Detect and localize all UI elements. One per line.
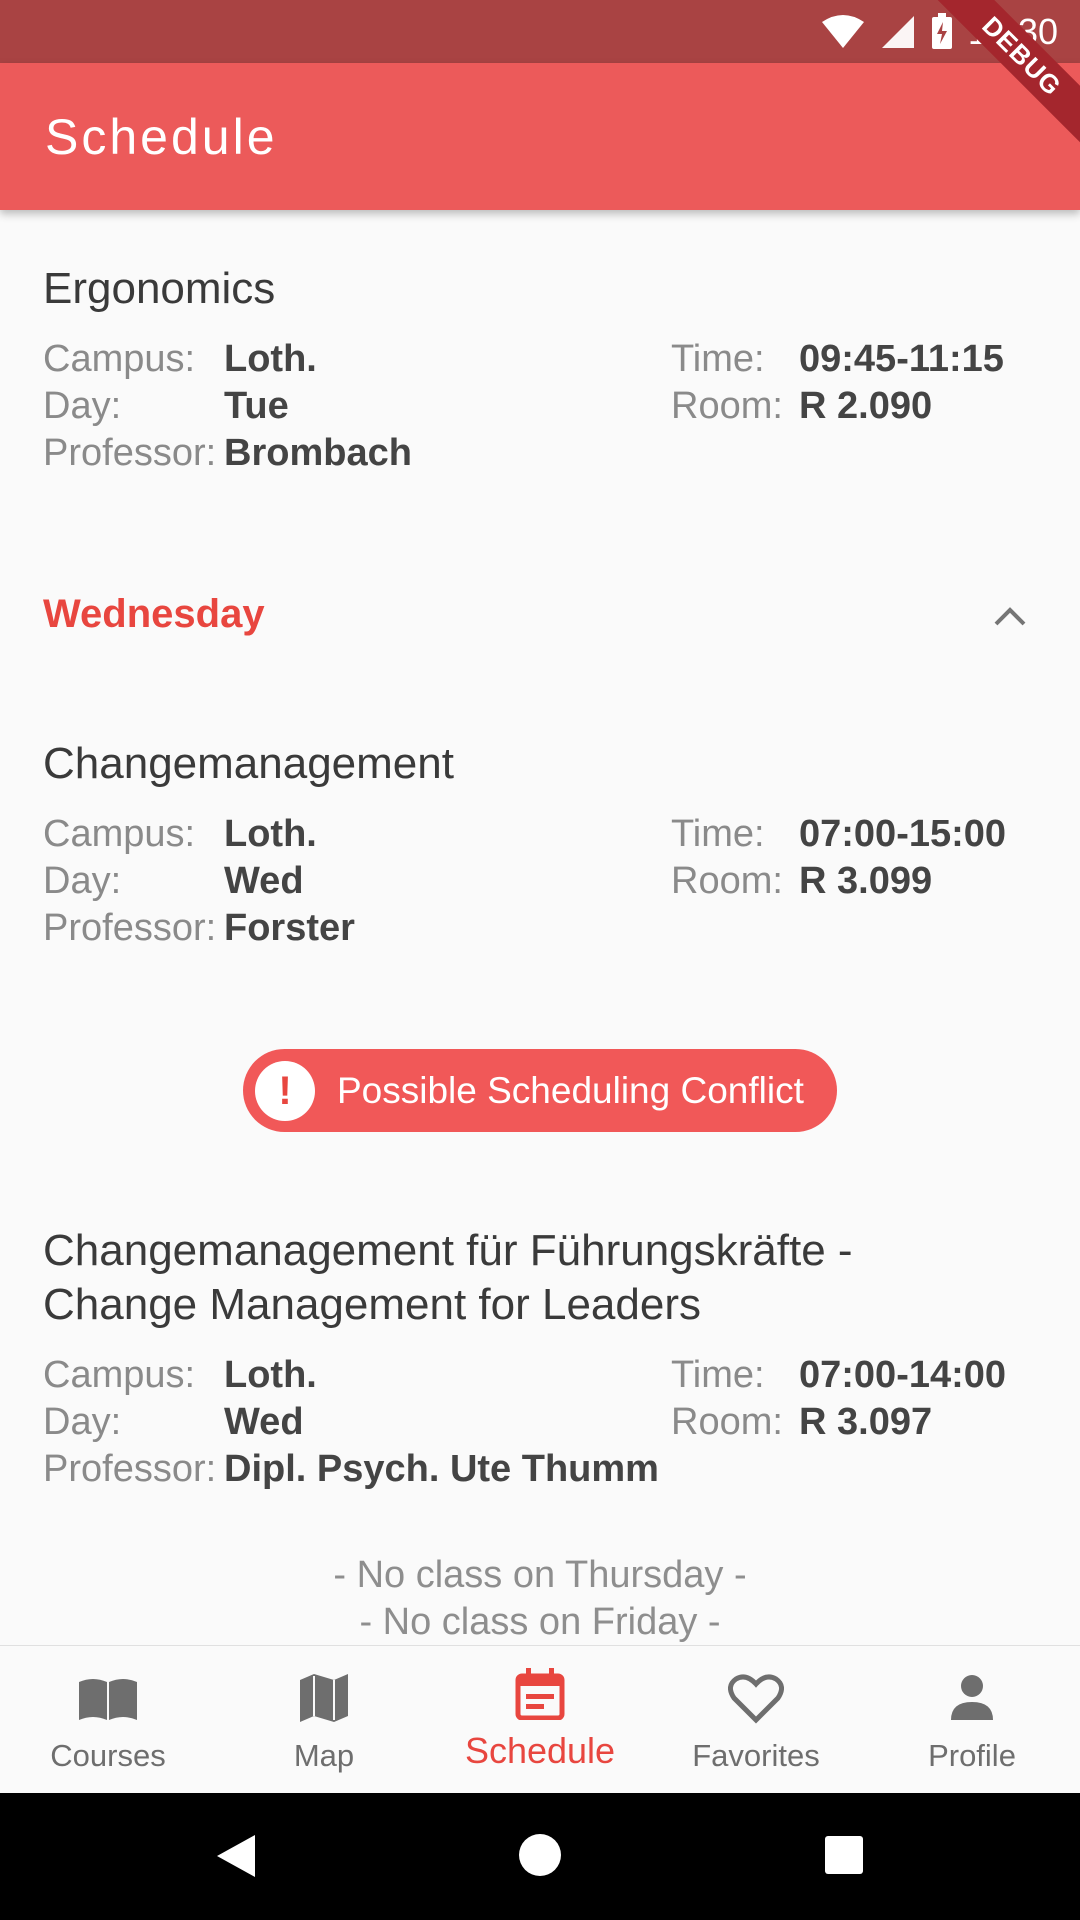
day-section-label: Wednesday — [43, 592, 265, 636]
day-label: Day: — [43, 1401, 122, 1443]
conflict-text: Possible Scheduling Conflict — [337, 1069, 804, 1111]
campus-value: Loth. — [224, 1354, 317, 1396]
campus-value: Loth. — [224, 813, 317, 855]
warning-icon: ! — [255, 1060, 315, 1121]
course-card[interactable]: Changemanagement Campus: Loth. Day: Wed Pr… — [43, 737, 1043, 953]
heart-icon — [728, 1674, 784, 1724]
time-label: Time: — [671, 813, 765, 855]
person-icon — [951, 1675, 993, 1720]
time-value: 07:00-15:00 — [799, 813, 1007, 855]
professor-value: Dipl. Psych. Ute Thumm — [224, 1448, 659, 1490]
room-value: R 3.099 — [799, 860, 933, 902]
course-title-line2: Change Management for Leaders — [43, 1280, 701, 1329]
day-section-header[interactable]: Wednesday — [0, 568, 1080, 668]
campus-label: Campus: — [43, 1354, 196, 1396]
day-value: Tue — [224, 385, 289, 427]
wifi-icon — [821, 15, 864, 48]
room-label: Room: — [671, 860, 783, 902]
recents-icon[interactable] — [824, 1835, 864, 1875]
nav-label-courses: Courses — [50, 1738, 166, 1773]
scheduling-conflict-badge[interactable]: ! Possible Scheduling Conflict — [243, 1049, 837, 1132]
nav-item-schedule[interactable]: Schedule — [432, 1646, 648, 1794]
room-value: R 2.090 — [799, 385, 933, 427]
course-title-line1: Changemanagement für Führungskräfte - — [43, 1226, 853, 1275]
course-card[interactable]: Changemanagement für Führungskräfte - Ch… — [43, 1224, 1043, 1494]
nav-label-favorites: Favorites — [692, 1738, 820, 1773]
time-label: Time: — [671, 338, 765, 380]
home-icon[interactable] — [518, 1833, 562, 1877]
debug-banner: DEBUG — [930, 0, 1080, 150]
professor-value: Brombach — [224, 432, 412, 474]
status-bar: 10:30 — [0, 0, 1080, 63]
debug-label: DEBUG — [930, 0, 1080, 148]
day-value: Wed — [224, 860, 304, 902]
course-card[interactable]: Ergonomics Campus: Loth. Day: Tue Professo… — [43, 262, 1043, 478]
course-title: Changemanagement — [43, 739, 454, 788]
signal-icon — [881, 16, 914, 48]
campus-label: Campus: — [43, 338, 196, 380]
time-label: Time: — [671, 1354, 765, 1396]
nav-item-courses[interactable]: Courses — [0, 1646, 216, 1794]
nav-item-map[interactable]: Map — [216, 1646, 432, 1794]
app-bar: Schedule — [0, 63, 1080, 210]
nav-item-favorites[interactable]: Favorites — [648, 1646, 864, 1794]
room-value: R 3.097 — [799, 1401, 933, 1443]
campus-label: Campus: — [43, 813, 196, 855]
room-label: Room: — [671, 1401, 783, 1443]
professor-label: Professor: — [43, 1448, 217, 1490]
day-value: Wed — [224, 1401, 304, 1443]
book-icon — [79, 1679, 137, 1720]
time-value: 09:45-11:15 — [799, 338, 1004, 380]
no-class-thursday: - No class on Thursday - — [333, 1554, 747, 1596]
course-title: Ergonomics — [43, 264, 276, 313]
page-title: Schedule — [45, 109, 278, 165]
schedule-list[interactable]: Ergonomics Campus: Loth. Day: Tue Professo… — [0, 210, 1080, 1645]
nav-label-map: Map — [293, 1738, 355, 1773]
professor-value: Forster — [224, 907, 355, 949]
map-icon — [300, 1674, 348, 1722]
day-label: Day: — [43, 860, 122, 902]
room-label: Room: — [671, 385, 783, 427]
professor-label: Professor: — [43, 432, 217, 474]
nav-item-profile[interactable]: Profile — [864, 1646, 1080, 1794]
professor-label: Professor: — [43, 907, 217, 949]
nav-label-profile: Profile — [928, 1738, 1016, 1773]
back-icon[interactable] — [215, 1833, 257, 1879]
campus-value: Loth. — [224, 338, 317, 380]
no-class-friday: - No class on Friday - — [359, 1601, 721, 1643]
nav-label-schedule: Schedule — [464, 1730, 616, 1771]
day-label: Day: — [43, 385, 122, 427]
time-value: 07:00-14:00 — [799, 1354, 1007, 1396]
system-navigation-bar — [0, 1793, 1080, 1920]
chevron-up-icon[interactable] — [990, 602, 1030, 632]
calendar-icon — [515, 1668, 565, 1720]
bottom-navigation: Courses Map Schedule Favorites Profile — [0, 1645, 1080, 1794]
